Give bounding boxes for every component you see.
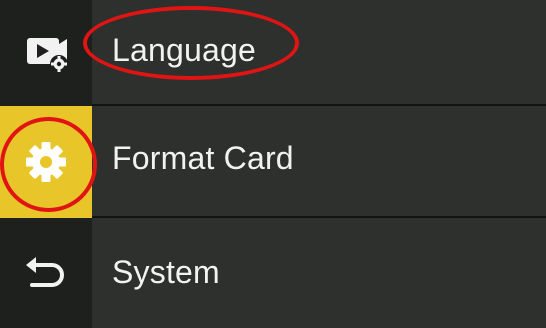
sidebar-tab-video-settings[interactable] <box>0 0 92 106</box>
menu-item-label: Format Card <box>112 139 294 176</box>
menu-item-label: System <box>112 253 220 290</box>
camera-settings-screen: Language Format Card System <box>0 0 546 328</box>
menu-item-format-card[interactable]: Format Card <box>92 106 546 218</box>
settings-sidebar <box>0 0 92 328</box>
sidebar-tab-general-settings[interactable] <box>0 106 92 218</box>
menu-item-label: Language <box>112 31 256 68</box>
settings-menu: Language Format Card System <box>92 0 546 328</box>
menu-item-system[interactable]: System <box>92 218 546 328</box>
back-arrow-icon <box>24 253 68 293</box>
video-settings-icon <box>23 30 69 76</box>
gear-icon <box>23 139 69 185</box>
menu-item-language[interactable]: Language <box>92 0 546 106</box>
sidebar-back-button[interactable] <box>0 218 92 328</box>
